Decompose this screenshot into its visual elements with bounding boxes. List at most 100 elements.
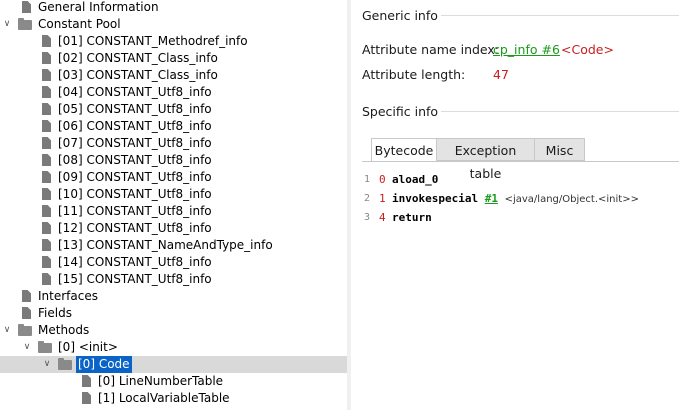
tree-item-label: Fields xyxy=(38,306,72,320)
file-icon xyxy=(42,137,51,149)
tab-exception-table[interactable]: Exception table xyxy=(436,138,535,181)
tree-row[interactable]: [11] CONSTANT_Utf8_info xyxy=(0,203,347,220)
constant-pool-ref-link[interactable]: #1 xyxy=(485,192,498,205)
file-icon xyxy=(42,120,51,132)
generic-info-rule xyxy=(441,15,679,16)
chevron-down-icon[interactable]: ∨ xyxy=(0,16,14,33)
tree-row[interactable]: [09] CONSTANT_Utf8_info xyxy=(0,169,347,186)
tree-row[interactable]: [12] CONSTANT_Utf8_info xyxy=(0,220,347,237)
tab-bytecode[interactable]: Bytecode xyxy=(371,138,437,162)
file-icon xyxy=(22,290,31,302)
tree-item-label: [1] LocalVariableTable xyxy=(98,391,230,405)
tree-row[interactable]: [14] CONSTANT_Utf8_info xyxy=(0,254,347,271)
tree-row[interactable]: ∨ [0] <init> xyxy=(0,339,347,356)
file-icon xyxy=(42,52,51,64)
tree-item-label: [09] CONSTANT_Utf8_info xyxy=(58,170,212,184)
file-icon xyxy=(82,375,91,387)
attribute-name-index-link[interactable]: cp_info #6 xyxy=(493,42,560,57)
tree-item-label: [14] CONSTANT_Utf8_info xyxy=(58,255,212,269)
attribute-length-value: 47 xyxy=(493,67,509,82)
tree-item-label: [12] CONSTANT_Utf8_info xyxy=(58,221,212,235)
file-icon xyxy=(42,239,51,251)
line-number: 1 xyxy=(364,174,371,185)
bytecode-instruction: aload_0 xyxy=(392,170,438,189)
tree-item-label: [03] CONSTANT_Class_info xyxy=(58,68,218,82)
tree-row[interactable]: [05] CONSTANT_Utf8_info xyxy=(0,101,347,118)
bytecode-line[interactable]: 2 1 invokespecial #1 <java/lang/Object.<in… xyxy=(351,189,679,208)
tree-row[interactable]: [0] LineNumberTable xyxy=(0,373,347,390)
tree-item-label: [02] CONSTANT_Class_info xyxy=(58,51,218,65)
chevron-down-icon[interactable]: ∨ xyxy=(40,356,54,373)
tree-row[interactable]: ∨ Methods xyxy=(0,322,347,339)
specific-info-rule xyxy=(441,111,679,112)
file-icon xyxy=(42,103,51,115)
file-icon xyxy=(42,154,51,166)
file-icon xyxy=(42,273,51,285)
tree-row[interactable]: [02] CONSTANT_Class_info xyxy=(0,50,347,67)
specific-info-heading: Specific info xyxy=(362,104,439,119)
tree-item-label: [06] CONSTANT_Utf8_info xyxy=(58,119,212,133)
tree-item-label: [13] CONSTANT_NameAndType_info xyxy=(58,238,273,252)
bytecode-instruction: return xyxy=(392,208,432,227)
tree-item-label: Methods xyxy=(38,323,90,337)
tree-row[interactable]: Interfaces xyxy=(0,288,347,305)
tree-item-label: [07] CONSTANT_Utf8_info xyxy=(58,136,212,150)
tree-row[interactable]: [04] CONSTANT_Utf8_info xyxy=(0,84,347,101)
tree-row[interactable]: [03] CONSTANT_Class_info xyxy=(0,67,347,84)
bytecode-line[interactable]: 1 0 aload_0 xyxy=(351,170,679,189)
tree-item-label: General Information xyxy=(38,0,159,14)
tree-item-label: [0] Code xyxy=(76,356,132,373)
chevron-down-icon[interactable]: ∨ xyxy=(20,339,34,356)
tree-row[interactable]: Fields xyxy=(0,305,347,322)
folder-icon xyxy=(18,324,32,336)
tree-row[interactable]: ∨ [0] Code xyxy=(0,356,347,373)
tree-item-label: [10] CONSTANT_Utf8_info xyxy=(58,187,212,201)
tree-row[interactable]: General Information xyxy=(0,0,347,16)
tree-row[interactable]: ∨ Constant Pool xyxy=(0,16,347,33)
bytecode-line[interactable]: 3 4 return xyxy=(351,208,679,227)
tree-item-label: [05] CONSTANT_Utf8_info xyxy=(58,102,212,116)
opcode: return xyxy=(392,211,432,224)
bytecode-comment: <java/lang/Object.<init>> xyxy=(504,194,639,205)
tree-row[interactable]: [13] CONSTANT_NameAndType_info xyxy=(0,237,347,254)
tree-row[interactable]: [06] CONSTANT_Utf8_info xyxy=(0,118,347,135)
file-icon xyxy=(42,171,51,183)
tree-item-label: [08] CONSTANT_Utf8_info xyxy=(58,153,212,167)
attribute-name-index-label: Attribute name index: xyxy=(362,42,499,57)
tree-item-label: [11] CONSTANT_Utf8_info xyxy=(58,204,212,218)
tab-strip-rule xyxy=(362,161,679,162)
generic-info-heading: Generic info xyxy=(362,8,438,23)
bytecode-offset: 1 xyxy=(379,192,386,205)
tree-item-label: [04] CONSTANT_Utf8_info xyxy=(58,85,212,99)
file-icon xyxy=(42,35,51,47)
chevron-down-icon[interactable]: ∨ xyxy=(0,322,14,339)
file-icon xyxy=(42,256,51,268)
line-number: 3 xyxy=(364,212,371,223)
tree-item-label: [01] CONSTANT_Methodref_info xyxy=(58,34,248,48)
file-icon xyxy=(42,69,51,81)
tree-item-label: [15] CONSTANT_Utf8_info xyxy=(58,272,212,286)
tree-row[interactable]: [08] CONSTANT_Utf8_info xyxy=(0,152,347,169)
opcode: invokespecial xyxy=(392,192,479,205)
tree-row[interactable]: [15] CONSTANT_Utf8_info xyxy=(0,271,347,288)
file-icon xyxy=(42,205,51,217)
tree-item-label: Interfaces xyxy=(38,289,98,303)
folder-icon xyxy=(38,341,52,353)
tree-item-label: [0] <init> xyxy=(58,340,118,354)
tree-row[interactable]: [10] CONSTANT_Utf8_info xyxy=(0,186,347,203)
file-icon xyxy=(42,222,51,234)
tree-item-label: Constant Pool xyxy=(38,17,121,31)
file-icon xyxy=(22,1,31,13)
tab-misc[interactable]: Misc xyxy=(534,138,585,161)
line-number: 2 xyxy=(364,193,371,204)
file-icon xyxy=(42,188,51,200)
opcode: aload_0 xyxy=(392,173,439,186)
file-icon xyxy=(22,307,31,319)
tree-row[interactable]: [07] CONSTANT_Utf8_info xyxy=(0,135,347,152)
detail-panel: Generic info Attribute name index: cp_in… xyxy=(351,0,679,410)
tree-row[interactable]: [01] CONSTANT_Methodref_info xyxy=(0,33,347,50)
attribute-name-value: <Code> xyxy=(561,42,614,57)
file-icon xyxy=(42,86,51,98)
class-structure-tree[interactable]: General Information ∨ Constant Pool [01] CO… xyxy=(0,0,347,410)
tree-row[interactable]: [1] LocalVariableTable xyxy=(0,390,347,407)
